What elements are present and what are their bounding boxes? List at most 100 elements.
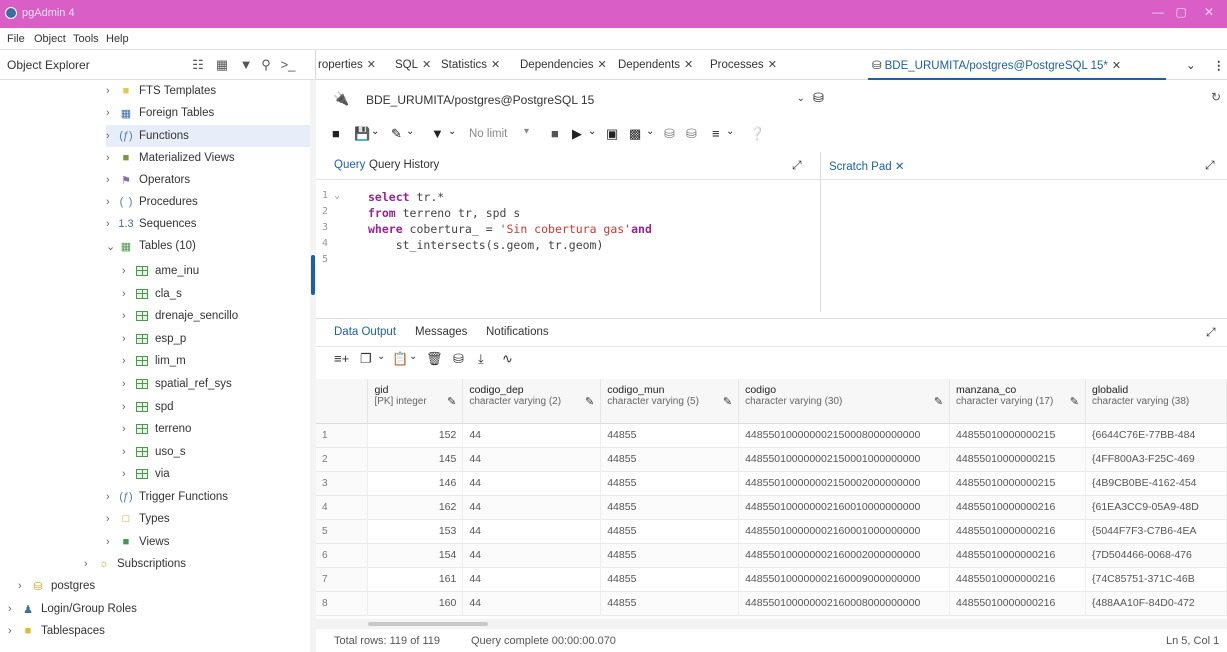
chevron-right-icon[interactable]: ›: [106, 196, 118, 208]
edit-dropdown-icon[interactable]: ⌄: [406, 126, 414, 137]
search-icon[interactable]: ⚲: [258, 57, 274, 73]
chevron-right-icon[interactable]: ›: [106, 152, 118, 164]
paste-icon[interactable]: 📋: [392, 351, 408, 373]
tab-messages[interactable]: Messages: [415, 326, 467, 338]
chevron-right-icon[interactable]: ›: [122, 423, 134, 435]
save-data-icon[interactable]: ⛁: [453, 351, 464, 373]
table-cell[interactable]: 448550100000002160001000000000: [738, 519, 951, 544]
download-icon[interactable]: ⤓: [478, 351, 484, 373]
table-cell[interactable]: 44855: [600, 591, 740, 616]
column-header-codigo[interactable]: codigo character varying (30) ✎: [738, 379, 951, 424]
table-row[interactable]: 1 152 44 44855 44855010000000215000800000000…: [316, 423, 1227, 448]
table-cell[interactable]: {4B9CB0BE-4162-454: [1085, 471, 1227, 496]
minimize-button[interactable]: —: [1148, 5, 1168, 21]
table-cell[interactable]: 448550100000002150008000000000: [738, 423, 951, 448]
chevron-right-icon[interactable]: ›: [122, 401, 134, 413]
table-cell[interactable]: 146: [367, 471, 464, 496]
table-cell[interactable]: 44855: [600, 447, 740, 472]
tree-item[interactable]: › ame_inu: [122, 260, 310, 282]
explain-icon[interactable]: ▣: [606, 126, 618, 142]
table-cell[interactable]: 153: [367, 519, 464, 544]
tree-item[interactable]: › spatial_ref_sys: [122, 373, 310, 395]
table-cell[interactable]: {4FF800A3-F25C-469: [1085, 447, 1227, 472]
chevron-right-icon[interactable]: ›: [18, 580, 30, 592]
paste-dropdown-icon[interactable]: ⌄: [409, 351, 417, 373]
close-button[interactable]: ✕: [1199, 5, 1219, 21]
menu-file[interactable]: File: [7, 33, 25, 45]
table-cell[interactable]: 44: [462, 447, 602, 472]
scratch-pad-editor[interactable]: [821, 182, 1227, 312]
close-icon[interactable]: ✕: [491, 59, 500, 71]
tree-item[interactable]: › ■ Tablespaces: [8, 620, 310, 642]
table-cell[interactable]: 44855: [600, 567, 740, 592]
table-cell[interactable]: 44855010000000216: [949, 495, 1086, 520]
table-cell[interactable]: 44855010000000216: [949, 519, 1086, 544]
table-row[interactable]: 7 161 44 44855 44855010000000216000900000000…: [316, 567, 1227, 592]
rollback-icon[interactable]: ⛁: [686, 126, 697, 142]
view-data-icon[interactable]: ▦: [214, 57, 230, 73]
edit-icon[interactable]: ✎: [391, 126, 402, 142]
table-cell[interactable]: 44: [462, 423, 602, 448]
table-row[interactable]: 3 146 44 44855 44855010000000215000200000000…: [316, 471, 1227, 496]
table-cell[interactable]: 154: [367, 543, 464, 568]
close-icon[interactable]: ✕: [367, 59, 376, 71]
chevron-right-icon[interactable]: ›: [106, 513, 118, 525]
tree-item[interactable]: › terreno: [122, 418, 310, 440]
tree-item[interactable]: › ▦ Foreign Tables: [106, 102, 310, 124]
tree-item[interactable]: › ■ Materialized Views: [106, 147, 310, 169]
edit-column-icon[interactable]: ✎: [934, 395, 943, 408]
expand-icon[interactable]: ⤢: [1206, 325, 1216, 340]
tree-item[interactable]: › ⛁ postgres: [18, 575, 310, 597]
table-cell[interactable]: 448550100000002160009000000000: [738, 567, 951, 592]
connection-select[interactable]: BDE_URUMITA/postgres@PostgreSQL 15 ⌄: [361, 87, 808, 111]
chevron-right-icon[interactable]: ›: [122, 265, 134, 277]
tree-item[interactable]: ⌄ ▦ Tables (10): [106, 235, 310, 257]
tree-item[interactable]: › (ƒ) Functions: [106, 125, 310, 147]
stop-icon[interactable]: ■: [551, 126, 559, 141]
refresh-icon[interactable]: ↻: [1211, 90, 1221, 104]
column-header-gid[interactable]: gid [PK] integer ✎: [367, 379, 464, 424]
table-cell[interactable]: 44: [462, 591, 602, 616]
table-cell[interactable]: 44855010000000215: [949, 447, 1086, 472]
tab-dependencies[interactable]: Dependencies ✕: [520, 58, 607, 71]
table-cell[interactable]: 448550100000002160008000000000: [738, 591, 951, 616]
table-cell[interactable]: 44855010000000215: [949, 423, 1086, 448]
copy-icon[interactable]: ❐: [360, 351, 372, 373]
chevron-right-icon[interactable]: ›: [122, 288, 134, 300]
edit-column-icon[interactable]: ✎: [1070, 395, 1079, 408]
chevron-right-icon[interactable]: ›: [106, 130, 118, 142]
chevron-right-icon[interactable]: ›: [106, 85, 118, 97]
tree-item[interactable]: › uso_s: [122, 441, 310, 463]
tree-item[interactable]: › ☼ Subscriptions: [84, 553, 310, 575]
table-cell[interactable]: 161: [367, 567, 464, 592]
table-cell[interactable]: 44: [462, 567, 602, 592]
table-cell[interactable]: 44: [462, 519, 602, 544]
tree-item[interactable]: ›( ) Procedures: [106, 191, 310, 213]
table-row[interactable]: 4 162 44 44855 44855010000000216001000000000…: [316, 495, 1227, 520]
table-cell[interactable]: {488AA10F-84D0-472: [1085, 591, 1227, 616]
chevron-right-icon[interactable]: ›: [106, 107, 118, 119]
table-cell[interactable]: 44855: [600, 423, 740, 448]
close-icon[interactable]: ✕: [1112, 60, 1121, 72]
tab-properties[interactable]: roperties ✕: [318, 58, 376, 71]
tree-item[interactable]: › ♟ Login/Group Roles: [8, 598, 310, 620]
table-cell[interactable]: 448550100000002160002000000000: [738, 543, 951, 568]
table-cell[interactable]: 44855010000000216: [949, 567, 1086, 592]
chevron-right-icon[interactable]: ›: [106, 536, 118, 548]
chevron-down-icon[interactable]: ⌄: [106, 240, 118, 253]
close-icon[interactable]: ✕: [768, 59, 777, 71]
tab-query[interactable]: Query: [334, 159, 365, 171]
tab-processes[interactable]: Processes ✕: [710, 58, 777, 71]
table-cell[interactable]: {61EA3CC9-05A9-48D: [1085, 495, 1227, 520]
edit-column-icon[interactable]: ✎: [723, 395, 732, 408]
table-cell[interactable]: 160: [367, 591, 464, 616]
menu-tools[interactable]: Tools: [73, 33, 99, 45]
table-cell[interactable]: 44855010000000216: [949, 591, 1086, 616]
chevron-right-icon[interactable]: ›: [122, 333, 134, 345]
close-icon[interactable]: ✕: [684, 59, 693, 71]
edit-column-icon[interactable]: ✎: [585, 395, 594, 408]
tree-item[interactable]: › ■ Views: [106, 531, 310, 553]
filter-icon[interactable]: ▼: [431, 126, 444, 141]
table-cell[interactable]: 44855: [600, 471, 740, 496]
table-cell[interactable]: 162: [367, 495, 464, 520]
